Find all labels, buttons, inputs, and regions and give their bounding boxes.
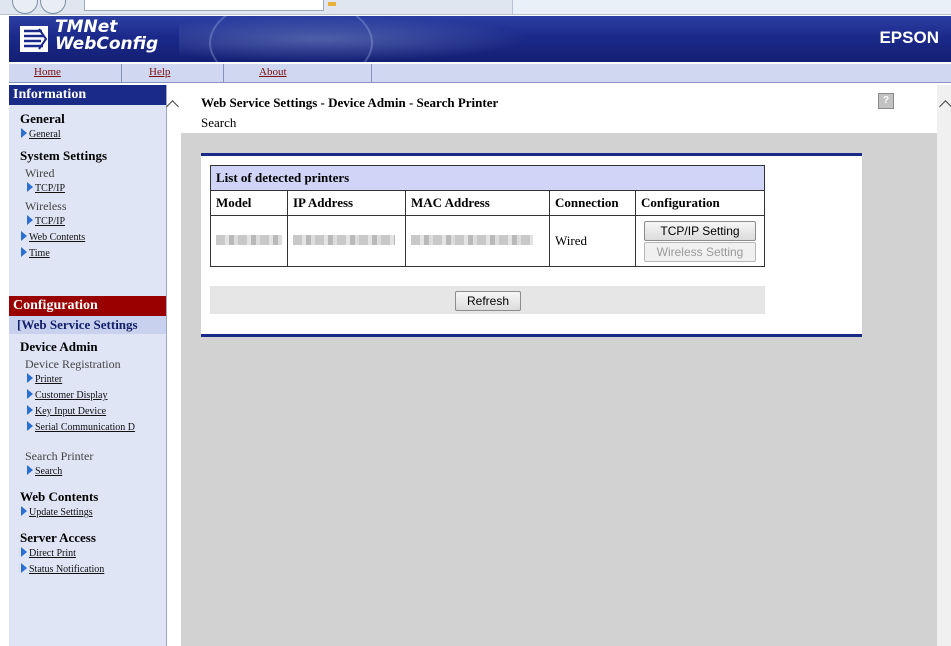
information-header: Information xyxy=(9,85,166,105)
system-settings-group: System Settings xyxy=(20,148,108,163)
browser-toolbar xyxy=(0,0,951,15)
web-contents-group: Web Contents xyxy=(20,489,99,504)
tcpip-setting-button[interactable]: TCP/IP Setting xyxy=(644,220,756,241)
column-header-connection: Connection xyxy=(549,190,636,216)
sidebar-link-key-input-device[interactable]: Key Input Device xyxy=(9,405,166,417)
detected-printers-table: List of detected printers Model IP Addre… xyxy=(210,165,765,267)
arrow-right-icon xyxy=(21,547,27,557)
sidebar-link-general[interactable]: General xyxy=(9,128,166,140)
column-header-ip-address: IP Address xyxy=(287,190,406,216)
connection-cell: Wired xyxy=(549,215,636,267)
general-group: General xyxy=(20,111,65,126)
selected-web-service-settings[interactable]: [Web Service Settings xyxy=(9,316,166,334)
arrow-right-icon xyxy=(27,182,33,192)
tmnet-logo-icon xyxy=(20,26,48,52)
arrow-right-icon xyxy=(27,373,33,383)
address-bar[interactable] xyxy=(84,0,324,11)
device-registration-label: Device Registration xyxy=(25,357,121,371)
main-scrollbar[interactable] xyxy=(937,85,951,646)
page-title: Web Service Settings - Device Admin - Se… xyxy=(201,95,499,110)
sidebar-link-web-contents[interactable]: Web Contents xyxy=(9,231,166,243)
help-icon[interactable]: ? xyxy=(878,93,894,109)
refresh-bar: Refresh xyxy=(210,286,765,314)
server-access-group: Server Access xyxy=(20,530,96,545)
arrow-right-icon xyxy=(27,389,33,399)
top-navigation: Home Help About xyxy=(9,64,951,83)
sidebar-link-customer-display[interactable]: Customer Display xyxy=(9,389,166,401)
logo-text: TMNet WebConfig xyxy=(55,19,158,53)
sidebar-link-time[interactable]: Time xyxy=(9,247,166,259)
table-row: Wired TCP/IP Setting Wireless Setting xyxy=(210,215,765,267)
logo-line-2: WebConfig xyxy=(55,34,159,54)
sidebar-scroll-up-icon[interactable] xyxy=(166,100,179,113)
wired-label: Wired xyxy=(25,166,55,180)
configuration-cell: TCP/IP Setting Wireless Setting xyxy=(635,215,765,267)
column-header-model: Model xyxy=(210,190,288,216)
wireless-label: Wireless xyxy=(25,199,67,213)
search-printer-label: Search Printer xyxy=(25,449,94,463)
column-header-mac-address: MAC Address xyxy=(405,190,550,216)
arrow-right-icon xyxy=(27,215,33,225)
forward-button[interactable] xyxy=(40,0,66,14)
mac-address-cell-redacted xyxy=(405,215,550,267)
sidebar-link-wired-tcpip[interactable]: TCP/IP xyxy=(9,182,166,194)
model-cell-redacted xyxy=(210,215,288,267)
arrow-right-icon xyxy=(27,405,33,415)
page-subtitle: Search xyxy=(201,115,237,130)
sidebar: Information General General System Setti… xyxy=(9,85,167,646)
nav-home-link[interactable]: Home xyxy=(34,66,61,78)
table-caption: List of detected printers xyxy=(210,165,765,191)
device-admin-group: Device Admin xyxy=(20,339,98,354)
sidebar-link-serial-communication[interactable]: Serial Communication D xyxy=(9,421,166,433)
arrow-right-icon xyxy=(21,563,27,573)
detected-printers-panel: List of detected printers Model IP Addre… xyxy=(201,153,862,337)
header-banner: TMNet WebConfig EPSON xyxy=(9,16,951,62)
wireless-setting-button[interactable]: Wireless Setting xyxy=(644,241,756,262)
arrow-right-icon xyxy=(21,128,27,138)
main-header: Web Service Settings - Device Admin - Se… xyxy=(181,85,951,133)
sidebar-link-status-notification[interactable]: Status Notification xyxy=(9,563,166,575)
arrow-right-icon xyxy=(27,421,33,431)
column-header-configuration: Configuration xyxy=(635,190,765,216)
back-button[interactable] xyxy=(12,0,38,14)
arrow-right-icon xyxy=(21,231,27,241)
sidebar-link-wireless-tcpip[interactable]: TCP/IP xyxy=(9,215,166,227)
epson-brand: EPSON xyxy=(879,28,939,47)
ip-address-cell-redacted xyxy=(287,215,406,267)
nav-about-link[interactable]: About xyxy=(259,66,287,78)
arrow-right-icon xyxy=(21,506,27,516)
arrow-right-icon xyxy=(21,247,27,257)
sidebar-link-update-settings[interactable]: Update Settings xyxy=(9,506,166,518)
configuration-header: Configuration xyxy=(9,296,166,316)
sidebar-link-search[interactable]: Search xyxy=(9,465,166,477)
information-section: Information General General System Setti… xyxy=(9,85,166,259)
nav-help-link[interactable]: Help xyxy=(149,66,170,78)
refresh-button[interactable]: Refresh xyxy=(455,291,521,311)
arrow-right-icon xyxy=(27,465,33,475)
browser-tab[interactable] xyxy=(512,0,951,14)
configuration-section: Configuration [Web Service Settings Devi… xyxy=(9,296,166,575)
sidebar-link-printer[interactable]: Printer xyxy=(9,373,166,385)
sidebar-link-direct-print[interactable]: Direct Print xyxy=(9,547,166,559)
page-icon xyxy=(328,2,336,6)
